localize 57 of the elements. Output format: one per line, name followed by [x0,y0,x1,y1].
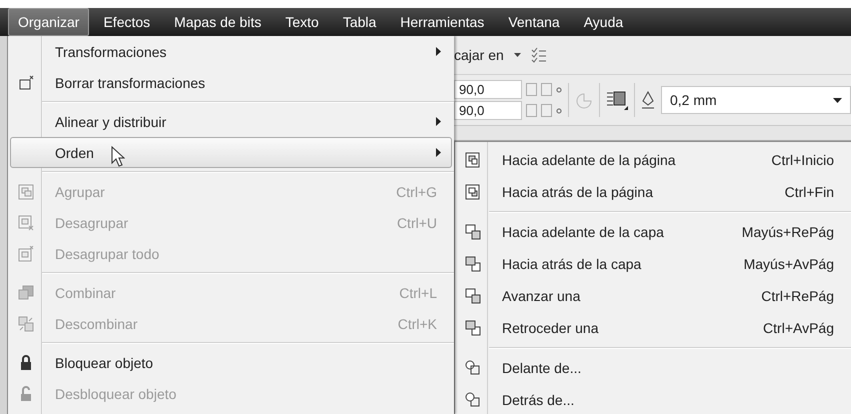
pie-rotate-icon[interactable] [575,91,593,109]
spin-up-button[interactable] [541,83,552,96]
ungroup-icon [18,214,34,230]
angle-field[interactable]: 90,0 [454,80,522,99]
layer-back-icon [465,256,481,272]
unlock-icon [18,386,34,402]
in-front-of-icon [465,360,481,376]
degree-icon [556,108,562,114]
ungroup-all-icon [18,246,34,262]
forward-one-icon [465,288,481,304]
menu-bar-item[interactable]: Texto [275,8,329,36]
menu-item[interactable]: Delante de... [457,352,849,384]
submenu-arrow-icon [436,117,441,126]
page-front-icon [465,152,481,168]
caret-icon[interactable] [514,53,521,57]
menu-bar-item[interactable]: Tabla [332,8,386,36]
spin-up-button[interactable] [541,104,552,117]
menu-bar-item[interactable]: Mapas de bits [164,8,272,36]
layer-front-icon [465,224,481,240]
pen-nib-icon[interactable] [641,91,655,109]
menu-bar-item[interactable]: Herramientas [390,8,494,36]
combine-icon [18,284,34,300]
menu-item[interactable]: Avanzar una Ctrl+RePág [457,280,849,312]
lock-icon [18,354,34,370]
menu-bar-item[interactable]: Organizar [8,8,90,36]
menu-item[interactable]: Borrar transformaciones [10,67,452,98]
break-apart-icon [18,316,34,332]
menu-item[interactable]: Hacia atrás de la página Ctrl+Fin [457,176,849,208]
clear-transform-icon [18,74,34,90]
menu-item[interactable]: Alinear y distribuir [10,106,452,137]
menu-item[interactable]: Retroceder una Ctrl+AvPág [457,312,849,344]
menu-item[interactable]: Hacia adelante de la capa Mayús+RePág [457,216,849,248]
mouse-pointer-icon [111,146,125,167]
outline-width-dropdown[interactable]: 0,2 mm [661,86,851,114]
submenu-arrow-icon [436,47,441,56]
wrap-text-icon[interactable] [606,90,628,110]
caret-icon [833,98,842,102]
menu-item[interactable]: Detrás de... [457,384,849,414]
angle-field[interactable]: 90,0 [454,101,522,120]
checklist-icon[interactable] [530,47,547,63]
behind-icon [465,392,481,408]
menu-item[interactable]: Hacia adelante de la página Ctrl+Inicio [457,144,849,176]
back-one-icon [465,320,481,336]
menu-bar-item[interactable]: Ventana [498,8,570,36]
menu-item[interactable]: Transformaciones [10,36,452,67]
spin-down-button[interactable] [526,104,537,117]
group-icon [18,184,34,200]
page-back-icon [465,184,481,200]
menu-item[interactable]: Orden [10,137,452,168]
menu-bar-item[interactable]: Ayuda [574,8,634,36]
degree-icon [556,86,562,92]
submenu-arrow-icon [436,148,441,157]
menu-bar-item[interactable]: Efectos [93,8,160,36]
menu-item[interactable]: Bloquear objeto [10,347,452,378]
menu-item[interactable]: Hacia atrás de la capa Mayús+AvPág [457,248,849,280]
spin-down-button[interactable] [526,83,537,96]
snap-label[interactable]: cajar en [454,47,504,63]
